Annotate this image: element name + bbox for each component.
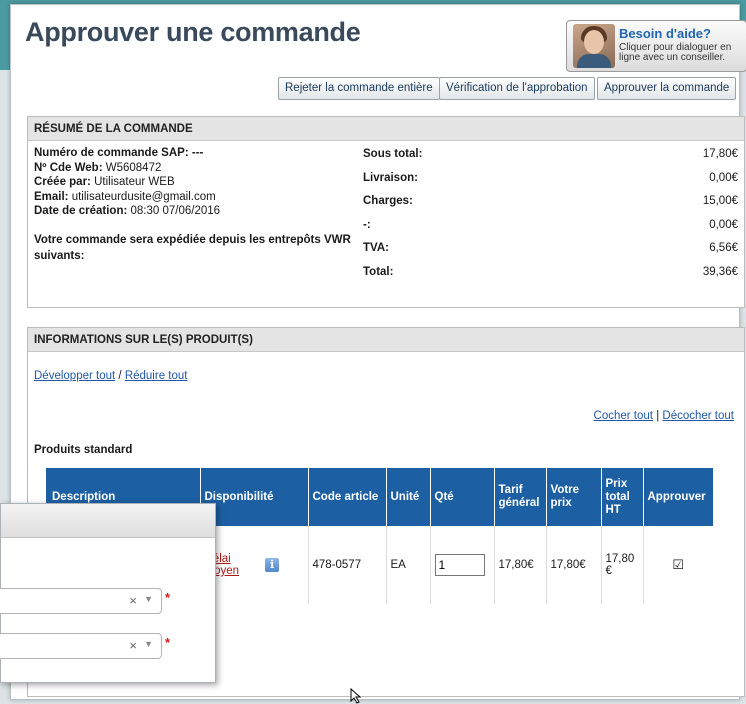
order-summary-section: RÉSUMÉ DE LA COMMANDE Numéro de commande… xyxy=(27,116,745,308)
totals-row: -: 0,00€ xyxy=(363,214,738,238)
col-availability: Disponibilité xyxy=(200,468,309,526)
totals-value: 6,56€ xyxy=(709,242,738,254)
totals-value: 0,00€ xyxy=(709,171,738,184)
expand-all-link[interactable]: Développer tout xyxy=(34,370,115,382)
col-your-price-1: Votre xyxy=(550,484,580,496)
chevron-down-icon[interactable]: ▼ xyxy=(144,594,153,604)
email-value: utilisateurdusite@gmail.com xyxy=(71,190,216,203)
col-list-price: Tarif général xyxy=(494,468,547,526)
cell-list-price: 17,80€ xyxy=(494,526,547,604)
help-subtitle: Cliquer pour dialoguer en ligne avec un … xyxy=(619,42,732,63)
order-details: Numéro de commande SAP: --- Nº Cde Web: … xyxy=(34,146,354,219)
dialog-select-1[interactable]: × ▼ xyxy=(0,588,162,614)
web-order-label: Nº Cde Web: xyxy=(34,161,103,174)
sap-value: --- xyxy=(191,147,204,159)
totals-label: Livraison: xyxy=(363,171,418,184)
cell-qty xyxy=(430,526,495,604)
col-list-price-2: général xyxy=(498,497,540,509)
totals-value: 15,00€ xyxy=(702,195,738,207)
order-totals: Sous total: 17,80€ Livraison: 0,00€ Charge… xyxy=(363,143,738,284)
page-title: Approuver une commande xyxy=(25,17,361,47)
cell-unit: EA xyxy=(386,526,431,604)
col-approve: Approuver xyxy=(643,468,714,526)
uncheck-all-link[interactable]: Décocher tout xyxy=(662,410,734,422)
totals-row: TVA: 6,56€ xyxy=(363,237,738,261)
totals-label: TVA: xyxy=(363,242,389,254)
totals-label: Sous total: xyxy=(363,148,423,160)
totals-row: Sous total: 17,80€ xyxy=(363,143,738,167)
approve-checkbox[interactable]: ☑ xyxy=(672,557,684,572)
help-chat-button[interactable]: Besoin d'aide? Cliquer pour dialoguer en… xyxy=(566,20,746,72)
help-title: Besoin d'aide? xyxy=(619,26,711,41)
totals-value: 17,80€ xyxy=(702,148,738,160)
products-heading: INFORMATIONS SUR LE(S) PRODUIT(S) xyxy=(28,328,744,352)
total-currency: € xyxy=(605,565,612,577)
cell-your-price: 17,80€ xyxy=(546,526,602,604)
standard-products-label: Produits standard xyxy=(34,444,133,456)
check-all-link[interactable]: Cocher tout xyxy=(594,410,653,422)
support-agent-avatar xyxy=(573,24,615,68)
date-value: 08:30 07/06/2016 xyxy=(130,205,221,217)
totals-value: 0,00€ xyxy=(709,218,738,231)
check-links: Cocher tout | Décocher tout xyxy=(594,410,734,422)
col-unit: Unité xyxy=(386,468,431,526)
col-total-2: total xyxy=(605,490,630,503)
cell-code: 478-0577 xyxy=(308,526,387,604)
chevron-down-icon[interactable]: ▼ xyxy=(144,639,153,649)
required-asterisk: * xyxy=(165,590,171,605)
created-by-value: Utilisateur WEB xyxy=(94,176,175,188)
quantity-input[interactable] xyxy=(434,554,485,576)
date-label: Date de création: xyxy=(34,205,128,217)
info-icon[interactable]: i xyxy=(265,558,280,572)
verify-approval-button[interactable]: Vérification de l'approbation xyxy=(439,77,595,100)
total-value: 17,80 xyxy=(605,553,635,565)
cell-total: 17,80 € xyxy=(601,526,644,604)
col-qty: Qté xyxy=(430,468,495,526)
clear-icon[interactable]: × xyxy=(129,593,137,608)
col-total: Prix total HT xyxy=(601,468,644,526)
created-by-label: Créée par: xyxy=(34,176,91,188)
col-list-price-1: Tarif xyxy=(498,484,523,496)
approve-order-button[interactable]: Approuver la commande xyxy=(597,77,737,100)
totals-row: Livraison: 0,00€ xyxy=(363,167,738,191)
dialog-select-2[interactable]: × ▼ xyxy=(0,633,162,659)
dialog-header xyxy=(1,504,215,538)
col-code: Code article xyxy=(308,468,387,526)
sap-label: Numéro de commande SAP: xyxy=(34,147,189,159)
mouse-cursor-icon xyxy=(350,688,362,704)
cell-availability: Délai moyen i xyxy=(200,526,309,604)
link-separator: | xyxy=(656,410,660,422)
overlay-dialog: × ▼ * × ▼ * xyxy=(0,503,216,683)
totals-label: -: xyxy=(363,218,371,231)
required-asterisk: * xyxy=(165,635,171,650)
clear-icon[interactable]: × xyxy=(129,638,137,653)
expand-collapse-links: Développer tout / Réduire tout xyxy=(34,370,187,382)
totals-label: Total: xyxy=(363,265,394,278)
totals-row: Charges: 15,00€ xyxy=(363,190,738,214)
web-order-value: W5608472 xyxy=(105,161,162,174)
col-total-1: Prix xyxy=(605,477,628,490)
col-your-price-2: prix xyxy=(550,497,572,509)
totals-label: Charges: xyxy=(363,195,413,207)
order-summary-heading: RÉSUMÉ DE LA COMMANDE xyxy=(28,117,744,141)
totals-row: Total: 39,36€ xyxy=(363,261,738,285)
cell-approve: ☑ xyxy=(643,526,713,604)
reject-order-button[interactable]: Rejeter la commande entière xyxy=(278,77,440,100)
collapse-all-link[interactable]: Réduire tout xyxy=(125,370,188,382)
totals-value: 39,36€ xyxy=(702,265,738,278)
col-your-price: Votre prix xyxy=(546,468,602,526)
link-separator: / xyxy=(118,370,122,382)
col-total-3: HT xyxy=(605,503,621,516)
email-label: Email: xyxy=(34,190,69,203)
shipping-note: Votre commande sera expédiée depuis les … xyxy=(34,234,351,262)
